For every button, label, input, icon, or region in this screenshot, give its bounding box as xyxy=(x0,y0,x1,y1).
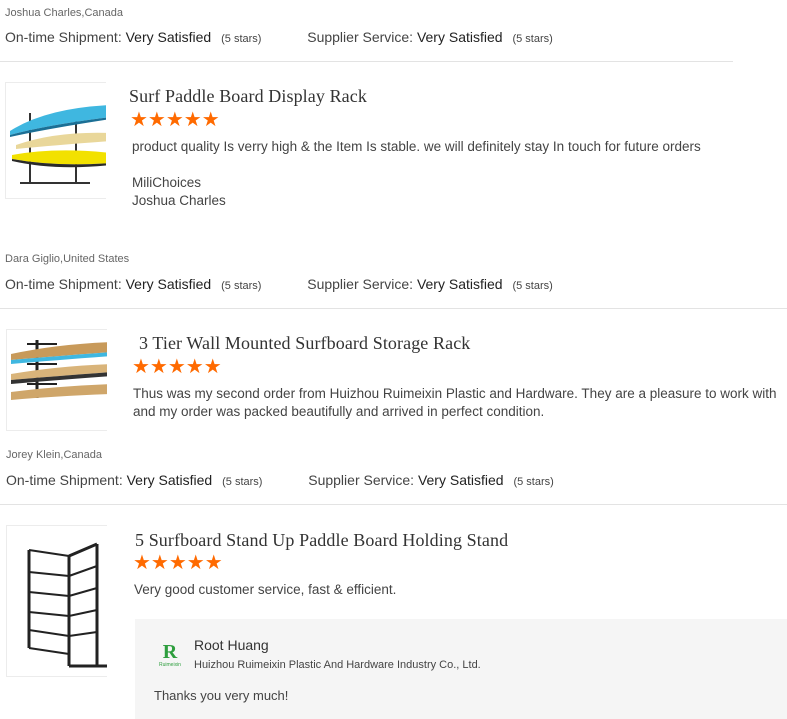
divider xyxy=(0,61,733,62)
supplier-label: Supplier Service: xyxy=(307,29,414,45)
signature-line: MiliChoices xyxy=(132,175,202,190)
rating-summary: On-time Shipment: Very Satisfied (5 star… xyxy=(5,29,553,45)
supplier-stars: (5 stars) xyxy=(512,280,553,292)
supplier-stars: (5 stars) xyxy=(513,476,554,488)
divider xyxy=(0,504,787,505)
rating-summary: On-time Shipment: Very Satisfied (5 star… xyxy=(5,276,553,292)
shipment-stars: (5 stars) xyxy=(221,33,262,45)
review-comment: Thus was my second order from Huizhou Ru… xyxy=(133,386,777,419)
product-thumbnail[interactable] xyxy=(6,329,107,431)
wall-rack-image xyxy=(11,340,107,400)
reviewer-name: Jorey Klein,Canada xyxy=(6,449,103,461)
shipment-stars: (5 stars) xyxy=(222,476,263,488)
shipment-label: On-time Shipment: xyxy=(5,29,122,45)
supplier-logo: R Ruimeixin xyxy=(159,641,181,668)
reply-author-name: Root Huang xyxy=(194,637,269,653)
reviewer-name: Dara Giglio,United States xyxy=(5,253,130,265)
review-comment: product quality Is verry high & the Item… xyxy=(132,139,701,154)
reviewer-name: Joshua Charles,Canada xyxy=(5,7,124,19)
supplier-value: Very Satisfied xyxy=(417,472,504,488)
shipment-value: Very Satisfied xyxy=(126,472,213,488)
reply-company-name: Huizhou Ruimeixin Plastic And Hardware I… xyxy=(194,659,481,671)
shipment-value: Very Satisfied xyxy=(125,276,212,292)
divider xyxy=(0,308,787,309)
product-title[interactable]: Surf Paddle Board Display Rack xyxy=(129,86,367,107)
product-thumbnail[interactable] xyxy=(5,82,106,199)
shipment-value: Very Satisfied xyxy=(125,29,212,45)
product-thumbnail[interactable] xyxy=(6,525,107,677)
shipment-label: On-time Shipment: xyxy=(5,276,122,292)
shipment-label: On-time Shipment: xyxy=(6,472,123,488)
signature-line: Joshua Charles xyxy=(132,193,226,208)
supplier-value: Very Satisfied xyxy=(416,276,503,292)
supplier-stars: (5 stars) xyxy=(512,33,553,45)
rating-summary: On-time Shipment: Very Satisfied (5 star… xyxy=(6,472,554,488)
supplier-reply: R Ruimeixin Root Huang Huizhou Ruimeixin… xyxy=(135,619,787,719)
supplier-value: Very Satisfied xyxy=(416,29,503,45)
supplier-label: Supplier Service: xyxy=(307,276,414,292)
star-rating: ★★★★★ xyxy=(130,109,220,131)
reply-text: Thanks you very much! xyxy=(154,688,289,703)
surf-rack-image xyxy=(10,105,106,184)
star-rating: ★★★★★ xyxy=(132,356,222,378)
star-rating: ★★★★★ xyxy=(133,552,223,574)
stand-rack-image xyxy=(27,542,107,668)
product-title[interactable]: 5 Surfboard Stand Up Paddle Board Holdin… xyxy=(135,530,508,551)
product-title[interactable]: 3 Tier Wall Mounted Surfboard Storage Ra… xyxy=(139,333,470,354)
supplier-label: Supplier Service: xyxy=(308,472,415,488)
shipment-stars: (5 stars) xyxy=(221,280,262,292)
review-comment: Very good customer service, fast & effic… xyxy=(134,582,397,597)
